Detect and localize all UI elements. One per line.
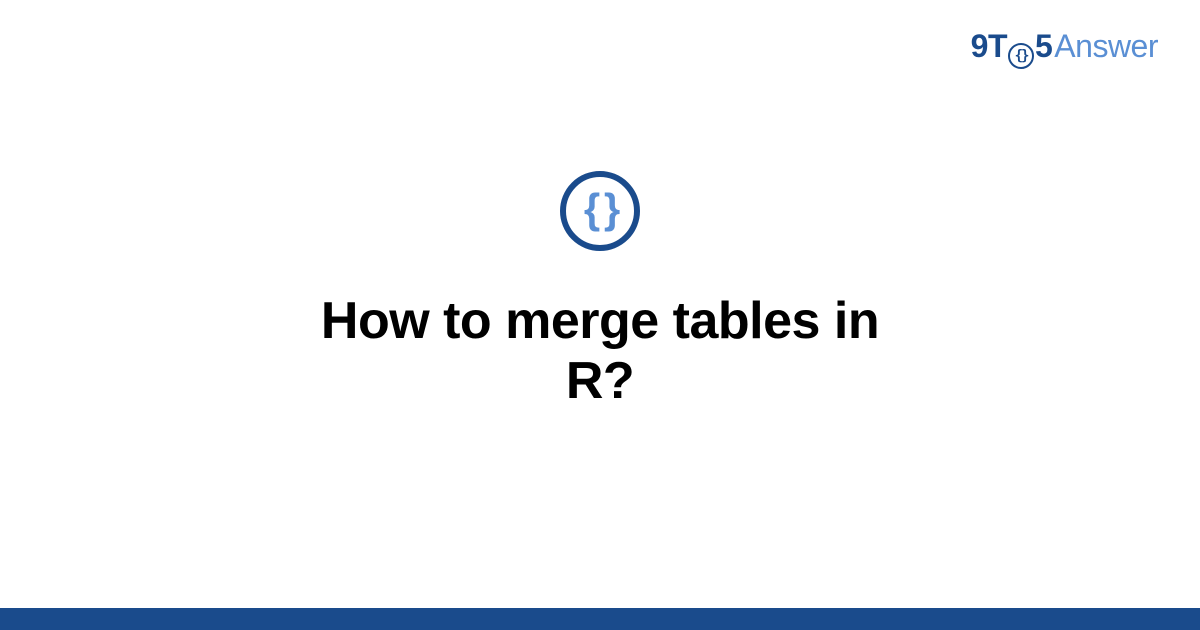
main-content: { } How to merge tables in R? xyxy=(300,171,900,411)
logo-clock-glyph: {} xyxy=(1015,48,1028,64)
question-title: How to merge tables in R? xyxy=(300,291,900,411)
logo-clock-icon: {} xyxy=(1008,43,1034,69)
logo-text-5: 5 xyxy=(1035,28,1052,65)
footer-bar xyxy=(0,608,1200,630)
logo-text-9t: 9T xyxy=(971,28,1007,65)
braces-glyph: { } xyxy=(584,188,616,230)
site-logo: 9T {} 5 Answer xyxy=(971,28,1158,66)
code-braces-icon: { } xyxy=(560,171,640,251)
logo-text-answer: Answer xyxy=(1054,28,1158,65)
